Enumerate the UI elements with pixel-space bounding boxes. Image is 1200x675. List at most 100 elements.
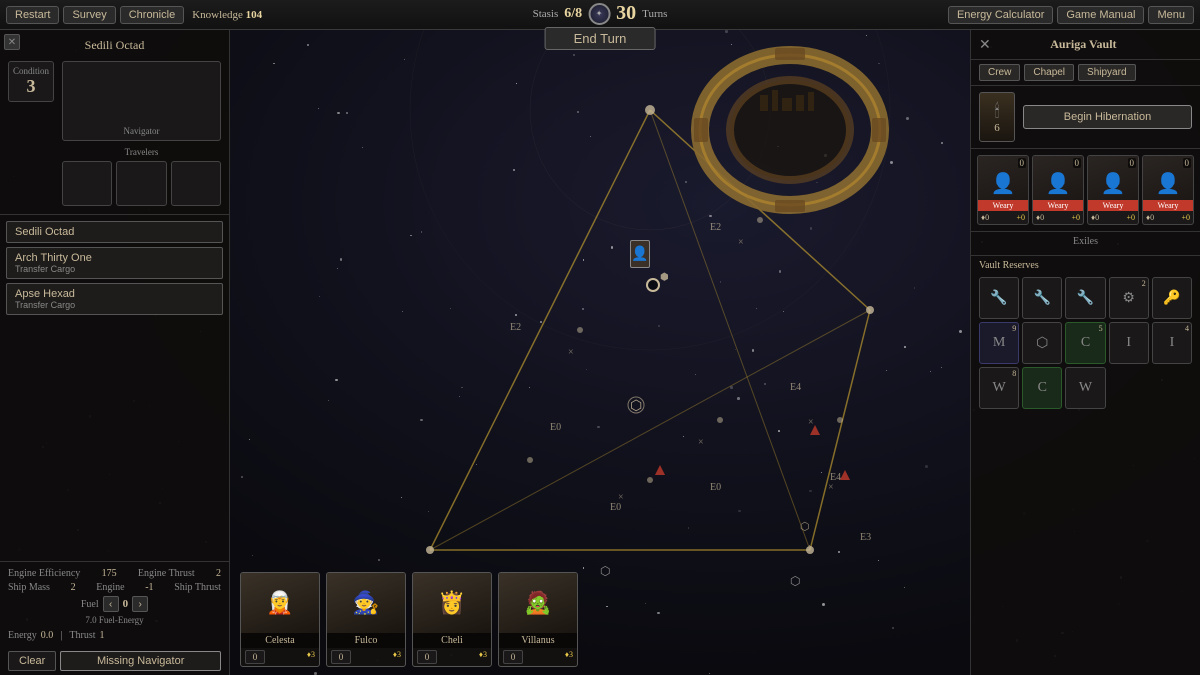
ship-mass-row: Ship Mass 2 Engine -1 Ship Thrust — [8, 582, 221, 593]
map-node-marker — [646, 278, 660, 292]
reserves-label: Vault Reserves — [979, 260, 1192, 271]
exiles-label: Exiles — [979, 236, 1192, 247]
survey-button[interactable]: Survey — [63, 6, 115, 24]
vault-header: ✕ Auriga Vault — [971, 30, 1200, 60]
reserve-item-5[interactable]: 9 M — [979, 322, 1019, 364]
vault-tab-shipyard[interactable]: Shipyard — [1078, 64, 1135, 81]
crew-card-0[interactable]: 👤 0 Weary ♦0 +0 — [977, 155, 1029, 225]
missing-navigator-button[interactable]: Missing Navigator — [60, 651, 221, 671]
char-portrait-0: 🧝 — [241, 573, 319, 633]
reserves-section: Vault Reserves 🔧 🔧 🔧 2 ⚙ 🔑 9 M ⬡ 5 C I 4… — [971, 256, 1200, 675]
fuel-increase-button[interactable]: › — [132, 596, 148, 612]
menu-button[interactable]: Menu — [1148, 6, 1194, 24]
ship-cards-area: Condition 3 Navigator Travelers — [8, 61, 221, 206]
vault-tabs: Crew Chapel Shipyard — [971, 60, 1200, 86]
vault-tab-crew[interactable]: Crew — [979, 64, 1020, 81]
svg-text:×: × — [618, 492, 624, 503]
chronicle-button[interactable]: Chronicle — [120, 6, 184, 24]
traveler-slot-1 — [62, 161, 112, 206]
svg-text:E4: E4 — [790, 382, 801, 393]
center-controls: Stasis 6/8 ✦ 30 Turns End Turn — [533, 2, 668, 50]
fuel-decrease-button[interactable]: ‹ — [103, 596, 119, 612]
left-panel-close[interactable]: ✕ — [4, 34, 20, 50]
navigator-slot: Navigator — [62, 61, 221, 141]
vault-stasis-icon: 🕯 6 — [979, 92, 1015, 142]
svg-text:E2: E2 — [510, 322, 521, 333]
travelers-area: Travelers — [62, 147, 221, 206]
crew-card-1[interactable]: 👤 0 Weary ♦0 +0 — [1032, 155, 1084, 225]
clear-button[interactable]: Clear — [8, 651, 56, 671]
condition-box: Condition 3 — [8, 61, 54, 102]
crew-card-3[interactable]: 👤 0 Weary ♦0 +0 — [1142, 155, 1194, 225]
char-name-0: Celesta — [241, 633, 319, 648]
end-turn-button[interactable]: End Turn — [545, 27, 656, 50]
ship-list-item-1[interactable]: Arch Thirty OneTransfer Cargo — [6, 247, 223, 279]
restart-button[interactable]: Restart — [6, 6, 59, 24]
svg-text:E0: E0 — [710, 482, 721, 493]
reserve-item-7[interactable]: 5 C — [1065, 322, 1105, 364]
reserve-item-10[interactable]: 8 W — [979, 367, 1019, 409]
reserve-item-6[interactable]: ⬡ — [1022, 322, 1062, 364]
svg-text:E2: E2 — [710, 222, 721, 233]
ship-list: Sedili Octad Arch Thirty OneTransfer Carg… — [0, 215, 229, 325]
char-portrait-3: 🧟 — [499, 573, 577, 633]
reserve-item-4[interactable]: 🔑 — [1152, 277, 1192, 319]
reserve-item-2[interactable]: 🔧 — [1065, 277, 1105, 319]
svg-text:⬡: ⬡ — [800, 521, 810, 533]
game-manual-button[interactable]: Game Manual — [1057, 6, 1144, 24]
traveler-slot-2 — [116, 161, 166, 206]
character-card-3[interactable]: 🧟 Villanus 0 ♦3 — [498, 572, 578, 667]
traveler-slot-3 — [171, 161, 221, 206]
ship-section: Sedili Octad Condition 3 Navigator Trave… — [0, 30, 229, 215]
vault-close-button[interactable]: ✕ — [979, 36, 991, 53]
svg-text:×: × — [828, 482, 834, 493]
travelers-slots — [62, 161, 221, 206]
reserve-item-3[interactable]: 2 ⚙ — [1109, 277, 1149, 319]
begin-hibernation-button[interactable]: Begin Hibernation — [1023, 105, 1192, 129]
ship-list-item-2[interactable]: Apse HexadTransfer Cargo — [6, 283, 223, 315]
vault-tab-chapel[interactable]: Chapel — [1024, 64, 1074, 81]
right-top-buttons: Energy Calculator Game Manual Menu — [948, 6, 1194, 24]
reserve-item-1[interactable]: 🔧 — [1022, 277, 1062, 319]
characters-bar: 🧝 Celesta 0 ♦3 🧙 Fulco 0 ♦3 👸 Cheli 0 ♦3… — [230, 565, 970, 675]
energy-thrust-row: Energy 0.0 | Thrust 1 — [8, 629, 221, 641]
top-bar: Restart Survey Chronicle Knowledge 104 S… — [0, 0, 1200, 30]
svg-text:×: × — [568, 347, 574, 358]
char-portrait-2: 👸 — [413, 573, 491, 633]
character-card-2[interactable]: 👸 Cheli 0 ♦3 — [412, 572, 492, 667]
stasis-turns-row: Stasis 6/8 ✦ 30 Turns — [533, 2, 668, 25]
ship-list-item-0[interactable]: Sedili Octad — [6, 221, 223, 243]
vault-stasis-area: 🕯 6 Begin Hibernation — [971, 86, 1200, 149]
svg-text:×: × — [698, 437, 704, 448]
exiles-section: Exiles — [971, 232, 1200, 256]
crew-card-2[interactable]: 👤 0 Weary ♦0 +0 — [1087, 155, 1139, 225]
char-name-3: Villanus — [499, 633, 577, 648]
reserve-item-9[interactable]: 4 I — [1152, 322, 1192, 364]
svg-text:×: × — [738, 237, 744, 248]
right-panel: ✕ Auriga Vault Crew Chapel Shipyard 🕯 6 … — [970, 30, 1200, 675]
engine-efficiency-row: Engine Efficiency 175 Engine Thrust 2 — [8, 568, 221, 579]
fuel-energy-label: 7.0 Fuel-Energy — [8, 615, 221, 625]
reserve-item-11[interactable]: C — [1022, 367, 1062, 409]
reserve-item-8[interactable]: I — [1109, 322, 1149, 364]
bottom-buttons: Clear Missing Navigator — [0, 647, 229, 675]
ship-title: Sedili Octad — [8, 38, 221, 53]
svg-text:E0: E0 — [610, 502, 621, 513]
character-card-1[interactable]: 🧙 Fulco 0 ♦3 — [326, 572, 406, 667]
character-card-0[interactable]: 🧝 Celesta 0 ♦3 — [240, 572, 320, 667]
energy-calculator-button[interactable]: Energy Calculator — [948, 6, 1053, 24]
fuel-row: Fuel ‹ 0 › — [8, 596, 221, 612]
crew-grid: 👤 0 Weary ♦0 +0 👤 0 Weary ♦0 +0 👤 0 Wear… — [971, 149, 1200, 232]
reserve-item-12[interactable]: W — [1065, 367, 1105, 409]
vault-title: Auriga Vault — [1050, 37, 1116, 52]
space-station — [690, 40, 890, 220]
left-panel: ✕ Sedili Octad Condition 3 Navigator Tra… — [0, 30, 230, 675]
char-name-2: Cheli — [413, 633, 491, 648]
stasis-icon: ✦ — [588, 3, 610, 25]
char-portrait-1: 🧙 — [327, 573, 405, 633]
svg-text:E0: E0 — [550, 422, 561, 433]
svg-text:⬢: ⬢ — [660, 272, 669, 283]
reserve-item-0[interactable]: 🔧 — [979, 277, 1019, 319]
map-navigator: 👤 — [630, 240, 650, 268]
char-name-1: Fulco — [327, 633, 405, 648]
